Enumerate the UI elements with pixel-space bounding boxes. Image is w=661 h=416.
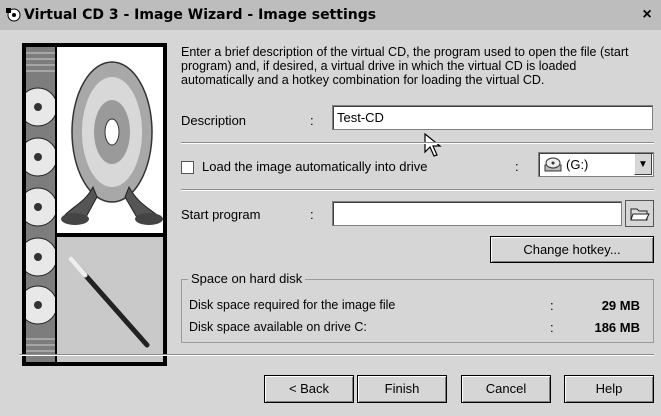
chevron-down-icon[interactable]: ▼ bbox=[634, 154, 652, 175]
cd-mascot-image bbox=[57, 47, 163, 233]
cd-strip-image bbox=[18, 47, 58, 362]
space-available-value: 186 MB bbox=[594, 320, 640, 335]
image-wizard-window: Virtual CD 3 - Image Wizard - Image sett… bbox=[0, 0, 661, 416]
space-required-label: Disk space required for the image file bbox=[189, 298, 396, 312]
separator bbox=[181, 142, 654, 144]
space-available-colon: : bbox=[550, 320, 554, 335]
description-input[interactable] bbox=[332, 105, 653, 130]
cancel-button[interactable]: Cancel bbox=[461, 375, 551, 403]
pen-image bbox=[57, 237, 163, 362]
window-title: Virtual CD 3 - Image Wizard - Image sett… bbox=[24, 7, 377, 23]
change-hotkey-button[interactable]: Change hotkey... bbox=[490, 236, 654, 263]
cd-drive-icon bbox=[544, 157, 562, 172]
mouse-cursor-icon bbox=[424, 133, 442, 157]
help-button[interactable]: Help bbox=[564, 375, 654, 403]
back-button[interactable]: < Back bbox=[264, 375, 354, 403]
space-group-title: Space on hard disk bbox=[188, 271, 306, 286]
load-drive-label: Load the image automatically into drive bbox=[202, 159, 428, 174]
drive-select[interactable]: (G:) ▼ bbox=[538, 152, 654, 177]
app-icon bbox=[6, 8, 21, 22]
space-required-value: 29 MB bbox=[601, 298, 640, 313]
title-bar: Virtual CD 3 - Image Wizard - Image sett… bbox=[0, 0, 661, 30]
finish-button[interactable]: Finish bbox=[357, 375, 447, 403]
footer-separator bbox=[19, 354, 654, 356]
close-button[interactable]: × bbox=[638, 6, 656, 24]
browse-button[interactable] bbox=[625, 200, 654, 227]
start-program-label: Start program bbox=[181, 207, 261, 222]
space-available-label: Disk space available on drive C: bbox=[189, 320, 367, 334]
description-colon: : bbox=[310, 113, 314, 128]
space-required-colon: : bbox=[550, 298, 554, 313]
separator bbox=[181, 189, 654, 191]
wizard-illustration bbox=[18, 43, 167, 366]
start-program-input[interactable] bbox=[332, 201, 622, 226]
load-drive-colon: : bbox=[515, 159, 519, 174]
intro-text: Enter a brief description of the virtual… bbox=[181, 45, 629, 87]
open-folder-icon bbox=[630, 208, 650, 221]
drive-select-value: (G:) bbox=[566, 157, 589, 172]
load-drive-checkbox[interactable] bbox=[181, 161, 194, 174]
start-program-colon: : bbox=[310, 207, 314, 222]
description-label: Description bbox=[181, 113, 247, 128]
